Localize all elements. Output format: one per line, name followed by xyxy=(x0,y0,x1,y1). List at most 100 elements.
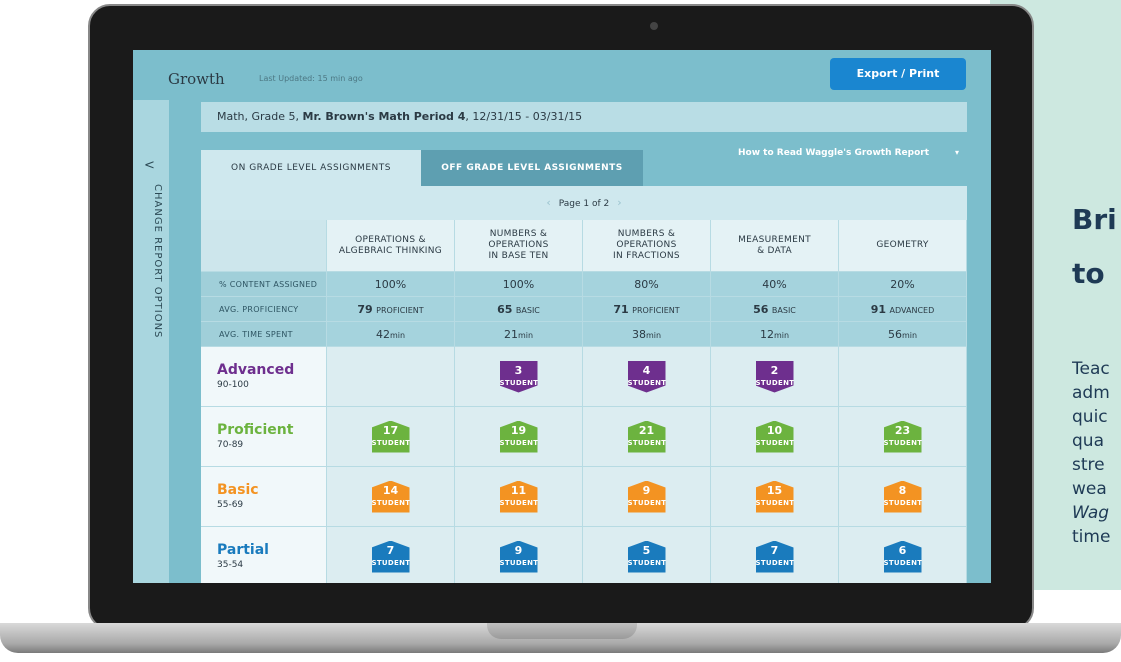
level-cell: 9 STUDENTS xyxy=(583,467,711,527)
row-label: AVG. TIME SPENT xyxy=(201,322,327,347)
student-count-badge[interactable]: 3 STUDENTS xyxy=(499,360,538,393)
level-cell: 3 STUDENTS xyxy=(455,347,583,407)
stat-value: 38min xyxy=(583,322,711,347)
report-filter-summary: Math, Grade 5, Mr. Brown's Math Period 4… xyxy=(201,102,967,132)
level-cell: 2 STUDENTS xyxy=(711,347,839,407)
stat-row-avg-proficiency: AVG. PROFICIENCY 79 PROFICIENT 65 BASIC … xyxy=(201,297,967,322)
filter-prefix: Math, Grade 5, xyxy=(217,110,303,123)
student-count-badge[interactable]: 21 STUDENTS xyxy=(627,420,666,453)
stat-value: 40% xyxy=(711,272,839,297)
marketing-body-line: quic xyxy=(1072,407,1108,427)
stat-row-content-assigned: % CONTENT ASSIGNED 100% 100% 80% 40% 20% xyxy=(201,272,967,297)
chevron-left-icon[interactable]: < xyxy=(144,158,155,173)
stat-value: 79 PROFICIENT xyxy=(327,297,455,322)
row-label: % CONTENT ASSIGNED xyxy=(201,272,327,297)
level-cell: 15 STUDENTS xyxy=(711,467,839,527)
student-count-badge[interactable]: 5 STUDENTS xyxy=(627,540,666,573)
laptop-notch xyxy=(487,623,637,639)
tab-on-grade-level[interactable]: ON GRADE LEVEL ASSIGNMENTS xyxy=(201,150,421,186)
level-label: Partial 35-54 xyxy=(201,527,327,583)
level-cell: 19 STUDENTS xyxy=(455,407,583,467)
level-row-proficient: Proficient 70-89 17 STUDENTS 19 STUDENTS 21… xyxy=(201,407,967,467)
page-next-icon[interactable]: › xyxy=(617,196,621,209)
export-print-button[interactable]: Export / Print xyxy=(830,58,966,90)
level-cell: 11 STUDENTS xyxy=(455,467,583,527)
student-count-badge[interactable]: 14 STUDENTS xyxy=(371,480,410,513)
level-cell: 5 STUDENTS xyxy=(583,527,711,583)
level-cell xyxy=(839,347,967,407)
stat-value: 56 BASIC xyxy=(711,297,839,322)
camera-icon xyxy=(650,22,658,30)
level-cell: 4 STUDENTS xyxy=(583,347,711,407)
student-count-badge[interactable]: 19 STUDENTS xyxy=(499,420,538,453)
chevron-down-icon[interactable]: ▾ xyxy=(955,148,959,157)
level-cell: 17 STUDENTS xyxy=(327,407,455,467)
level-cell xyxy=(327,347,455,407)
student-count-badge[interactable]: 7 STUDENTS xyxy=(371,540,410,573)
page-indicator: Page 1 of 2 xyxy=(558,199,610,209)
stat-value: 20% xyxy=(839,272,967,297)
level-cell: 7 STUDENTS xyxy=(711,527,839,583)
student-count-badge[interactable]: 11 STUDENTS xyxy=(499,480,538,513)
marketing-body-line: qua xyxy=(1072,431,1104,451)
student-count-badge[interactable]: 17 STUDENTS xyxy=(371,420,410,453)
stat-value: 42min xyxy=(327,322,455,347)
level-cell: 21 STUDENTS xyxy=(583,407,711,467)
student-count-badge[interactable]: 7 STUDENTS xyxy=(755,540,794,573)
stat-value: 12min xyxy=(711,322,839,347)
level-cell: 9 STUDENTS xyxy=(455,527,583,583)
last-updated-text: Last Updated: 15 min ago xyxy=(259,74,363,83)
product-showcase: Bri to Teac adm quic qua stre wea Wag ti… xyxy=(0,0,1121,662)
marketing-body-line: adm xyxy=(1072,383,1110,403)
pagination: ‹ Page 1 of 2 › xyxy=(201,186,967,220)
stat-row-avg-time: AVG. TIME SPENT 42min 21min 38min 12min … xyxy=(201,322,967,347)
level-cell: 8 STUDENTS xyxy=(839,467,967,527)
student-count-badge[interactable]: 10 STUDENTS xyxy=(755,420,794,453)
table-corner xyxy=(201,220,327,272)
marketing-body-line: wea xyxy=(1072,479,1107,499)
table-header-row: OPERATIONS & ALGEBRAIC THINKING NUMBERS &… xyxy=(201,220,967,272)
stat-value: 21min xyxy=(455,322,583,347)
column-header: NUMBERS & OPERATIONS IN BASE TEN xyxy=(455,220,583,272)
change-report-options-label[interactable]: CHANGE REPORT OPTIONS xyxy=(139,184,163,344)
student-count-badge[interactable]: 9 STUDENTS xyxy=(499,540,538,573)
student-count-badge[interactable]: 4 STUDENTS xyxy=(627,360,666,393)
filter-range: , 12/31/15 - 03/31/15 xyxy=(465,110,583,123)
tab-off-grade-level[interactable]: OFF GRADE LEVEL ASSIGNMENTS xyxy=(421,150,643,186)
column-header: GEOMETRY xyxy=(839,220,967,272)
marketing-text: Bri to Teac adm quic qua stre wea Wag ti… xyxy=(1072,0,1121,590)
student-count-badge[interactable]: 23 STUDENTS xyxy=(883,420,922,453)
student-count-badge[interactable]: 6 STUDENTS xyxy=(883,540,922,573)
student-count-badge[interactable]: 9 STUDENTS xyxy=(627,480,666,513)
growth-table: OPERATIONS & ALGEBRAIC THINKING NUMBERS &… xyxy=(201,220,967,583)
level-cell: 7 STUDENTS xyxy=(327,527,455,583)
page-prev-icon[interactable]: ‹ xyxy=(546,196,550,209)
level-row-partial: Partial 35-54 7 STUDENTS 9 STUDENTS 5 STUDEN… xyxy=(201,527,967,583)
student-count-badge[interactable]: 15 STUDENTS xyxy=(755,480,794,513)
level-label: Advanced 90-100 xyxy=(201,347,327,407)
level-row-basic: Basic 55-69 14 STUDENTS 11 STUDENTS 9 STUDEN… xyxy=(201,467,967,527)
marketing-body-line: Wag xyxy=(1072,503,1110,523)
level-cell: 14 STUDENTS xyxy=(327,467,455,527)
column-header: MEASUREMENT & DATA xyxy=(711,220,839,272)
page-title: Growth xyxy=(168,70,225,88)
marketing-heading-line1: Bri xyxy=(1072,203,1117,236)
row-label: AVG. PROFICIENCY xyxy=(201,297,327,322)
stat-value: 56min xyxy=(839,322,967,347)
stat-value: 80% xyxy=(583,272,711,297)
level-label: Basic 55-69 xyxy=(201,467,327,527)
student-count-badge[interactable]: 8 STUDENTS xyxy=(883,480,922,513)
stat-value: 100% xyxy=(455,272,583,297)
level-label: Proficient 70-89 xyxy=(201,407,327,467)
change-report-options-panel[interactable]: < CHANGE REPORT OPTIONS xyxy=(133,100,169,583)
column-header: OPERATIONS & ALGEBRAIC THINKING xyxy=(327,220,455,272)
marketing-body-line: time xyxy=(1072,527,1111,547)
level-row-advanced: Advanced 90-100 3 STUDENTS 4 STUDENTS 2 STUD… xyxy=(201,347,967,407)
stat-value: 91 ADVANCED xyxy=(839,297,967,322)
stat-value: 65 BASIC xyxy=(455,297,583,322)
stat-value: 100% xyxy=(327,272,455,297)
how-to-read-link[interactable]: How to Read Waggle's Growth Report xyxy=(738,148,929,158)
marketing-body-line: Teac xyxy=(1072,359,1110,379)
app-screen: Growth Last Updated: 15 min ago Export /… xyxy=(133,50,991,583)
student-count-badge[interactable]: 2 STUDENTS xyxy=(755,360,794,393)
